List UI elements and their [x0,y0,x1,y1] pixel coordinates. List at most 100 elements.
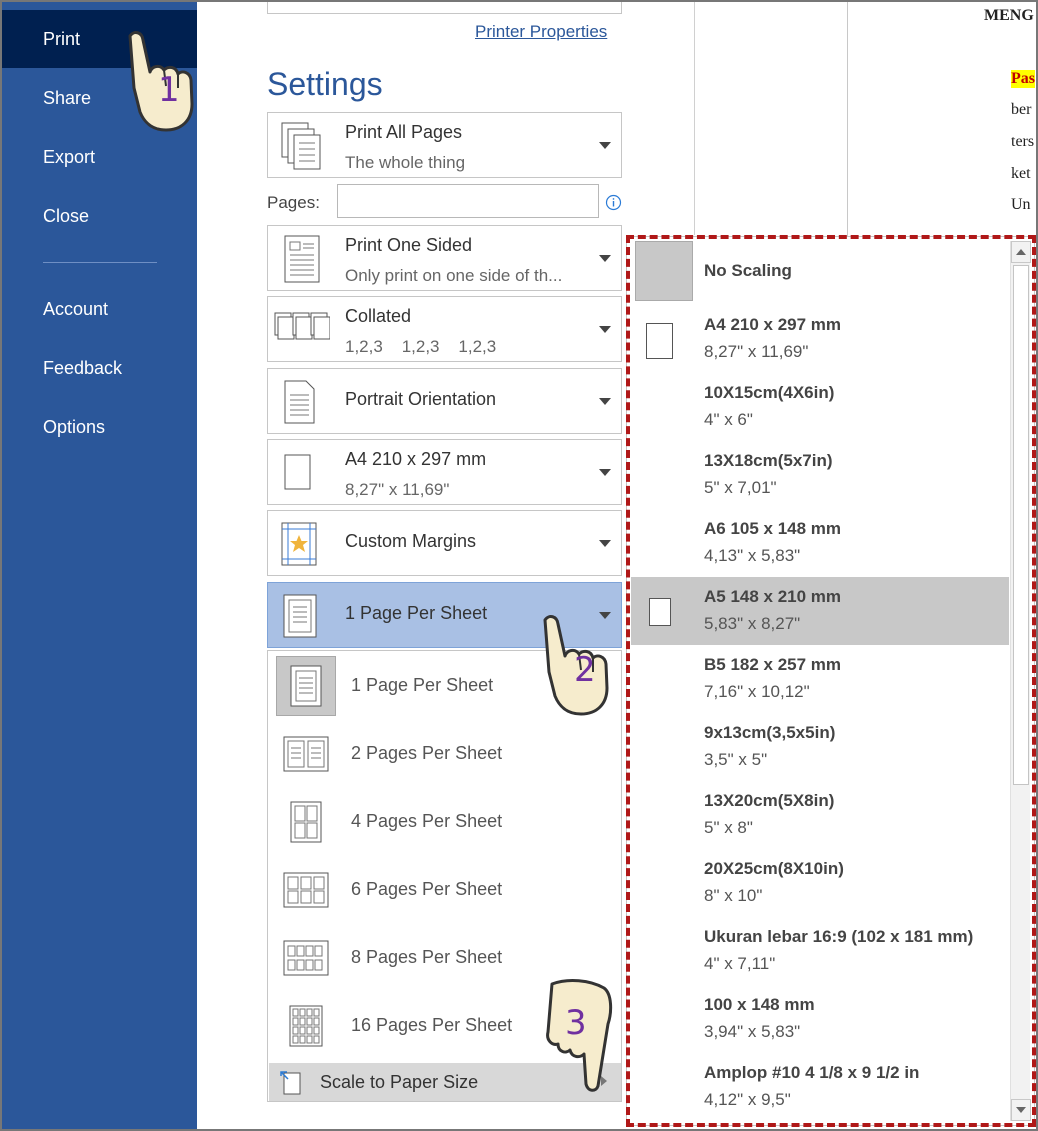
scroll-up-icon[interactable] [1011,241,1031,263]
paper-item-name: 10X15cm(4X6in) [704,383,835,402]
collation-sub: 1,2,3 1,2,3 1,2,3 [345,337,497,356]
one-page-per-sheet-icon [283,594,317,638]
page-icon [646,323,673,359]
chevron-down-icon [599,142,611,149]
panel-divider [694,0,695,235]
printer-select[interactable] [267,0,622,14]
nav-feedback-label: Feedback [43,358,123,378]
settings-heading: Settings [267,66,383,102]
sides-dropdown[interactable]: Print One Sided Only print on one side o… [267,225,622,291]
paper-item-dims: 4" x 6" [704,410,753,429]
menu-item-4-pages[interactable]: 4 Pages Per Sheet [268,789,621,857]
paper-item-name: 100 x 148 mm [704,995,815,1014]
paper-item-name: No Scaling [704,261,792,280]
paper-item-a4[interactable]: A4 210 x 297 mm 8,27" x 11,69" [631,305,1009,373]
paper-item-name: 13X20cm(5X8in) [704,791,835,810]
one-sided-page-icon [284,235,320,283]
eight-pages-icon [276,928,336,988]
pages-input[interactable] [337,184,599,218]
paper-item-dims: 4,12" x 9,5" [704,1090,791,1109]
nav-export[interactable]: Export [0,128,197,186]
margins-label: Custom Margins [345,531,477,551]
collation-dropdown[interactable]: Collated 1,2,3 1,2,3 1,2,3 [267,296,622,362]
page-icon [649,598,671,626]
paper-item-name: Ukuran lebar 16:9 (102 x 181 mm) [704,927,974,946]
paper-item-100x148[interactable]: 100 x 148 mm 3,94" x 5,83" [631,985,1009,1053]
paper-size-dropdown[interactable]: A4 210 x 297 mm 8,27" x 11,69" [267,439,622,505]
paper-item-dims: 5" x 8" [704,818,753,837]
menu-item-label: 2 Pages Per Sheet [351,743,503,763]
paper-item-name: 9x13cm(3,5x5in) [704,723,836,742]
menu-item-2-pages[interactable]: 2 Pages Per Sheet [268,721,621,789]
nav-close-label: Close [43,206,90,226]
nav-account[interactable]: Account [0,280,197,338]
paper-item-dims: 4" x 7,11" [704,954,776,973]
pages-stack-icon [281,122,321,170]
paper-item-dims: 7,16" x 10,12" [704,682,810,701]
custom-margins-icon [281,522,317,566]
paper-item-dims: 8" x 10" [704,886,763,905]
nav-account-label: Account [43,299,109,319]
pages-label: Pages: [267,193,320,212]
print-range-label: Print All Pages [345,122,463,142]
menu-item-label: 8 Pages Per Sheet [351,947,503,967]
paper-item-10x15[interactable]: 10X15cm(4X6in) 4" x 6" [631,373,1009,441]
orientation-dropdown[interactable]: Portrait Orientation [267,368,622,434]
paper-item-name: A5 148 x 210 mm [704,587,842,606]
nav-print-label: Print [43,29,81,49]
paper-item-no-scaling[interactable]: No Scaling [631,237,1009,305]
menu-item-label: 6 Pages Per Sheet [351,879,503,899]
scale-to-paper-size-label: Scale to Paper Size [320,1072,479,1092]
menu-item-label: 1 Page Per Sheet [351,675,494,695]
paper-item-a5[interactable]: A5 148 x 210 mm 5,83" x 8,27" [631,577,1009,645]
paper-item-20x25[interactable]: 20X25cm(8X10in) 8" x 10" [631,849,1009,917]
paper-item-dims: 3,94" x 5,83" [704,1022,801,1041]
menu-item-6-pages[interactable]: 6 Pages Per Sheet [268,857,621,925]
two-pages-icon [276,724,336,784]
scroll-down-icon[interactable] [1011,1099,1031,1121]
paper-size-menu: No Scaling A4 210 x 297 mm 8,27" x 11,69… [626,236,1035,1126]
portrait-page-icon [284,380,315,424]
print-preview: MENG Pas ber ters ket Un [847,0,1038,240]
margins-dropdown[interactable]: Custom Margins [267,510,622,576]
paper-item-b5[interactable]: B5 182 x 257 mm 7,16" x 10,12" [631,645,1009,713]
paper-list-scrollbar[interactable] [1010,241,1031,1121]
paper-item-13x20[interactable]: 13X20cm(5X8in) 5" x 8" [631,781,1009,849]
paper-item-dims: 4,13" x 5,83" [704,546,801,565]
paper-item-9x13[interactable]: 9x13cm(3,5x5in) 3,5" x 5" [631,713,1009,781]
paper-item-dims: 8,27" x 11,69" [704,342,809,361]
nav-close[interactable]: Close [0,187,197,245]
preview-text: Un [1011,196,1031,213]
preview-text: ters [1011,133,1035,150]
nav-feedback[interactable]: Feedback [0,339,197,397]
paper-item-name: 13X18cm(5x7in) [704,451,833,470]
paper-size-sub: 8,27" x 11,69" [345,480,450,499]
six-pages-icon [276,860,336,920]
chevron-down-icon [599,255,611,262]
paper-item-amplop-10[interactable]: Amplop #10 4 1/8 x 9 1/2 in 4,12" x 9,5" [631,1053,1009,1121]
paper-size-label: A4 210 x 297 mm [345,449,487,469]
sixteen-pages-icon [276,996,336,1056]
paper-item-16-9[interactable]: Ukuran lebar 16:9 (102 x 181 mm) 4" x 7,… [631,917,1009,985]
orientation-label: Portrait Orientation [345,389,497,409]
preview-page: MENG Pas ber ters ket Un [847,0,1038,240]
scroll-thumb[interactable] [1013,265,1029,785]
four-pages-icon [276,792,336,852]
paper-item-a6[interactable]: A6 105 x 148 mm 4,13" x 5,83" [631,509,1009,577]
print-range-dropdown[interactable]: Print All Pages The whole thing [267,112,622,178]
info-icon[interactable] [605,194,622,211]
preview-text-highlighted: Pas [1011,70,1035,88]
paper-item-name: 20X25cm(8X10in) [704,859,844,878]
step-number-1: 1 [158,70,180,110]
paper-item-name: A4 210 x 297 mm [704,315,842,334]
pages-per-sheet-label: 1 Page Per Sheet [345,603,488,623]
printer-properties-link[interactable]: Printer Properties [475,22,607,42]
nav-options[interactable]: Options [0,398,197,456]
step-number-2: 2 [574,650,596,690]
scale-page-icon [280,1071,301,1095]
sides-label: Print One Sided [345,235,473,255]
one-page-icon [276,656,336,716]
preview-text: ket [1011,165,1031,182]
nav-divider [43,262,157,263]
paper-item-13x18[interactable]: 13X18cm(5x7in) 5" x 7,01" [631,441,1009,509]
